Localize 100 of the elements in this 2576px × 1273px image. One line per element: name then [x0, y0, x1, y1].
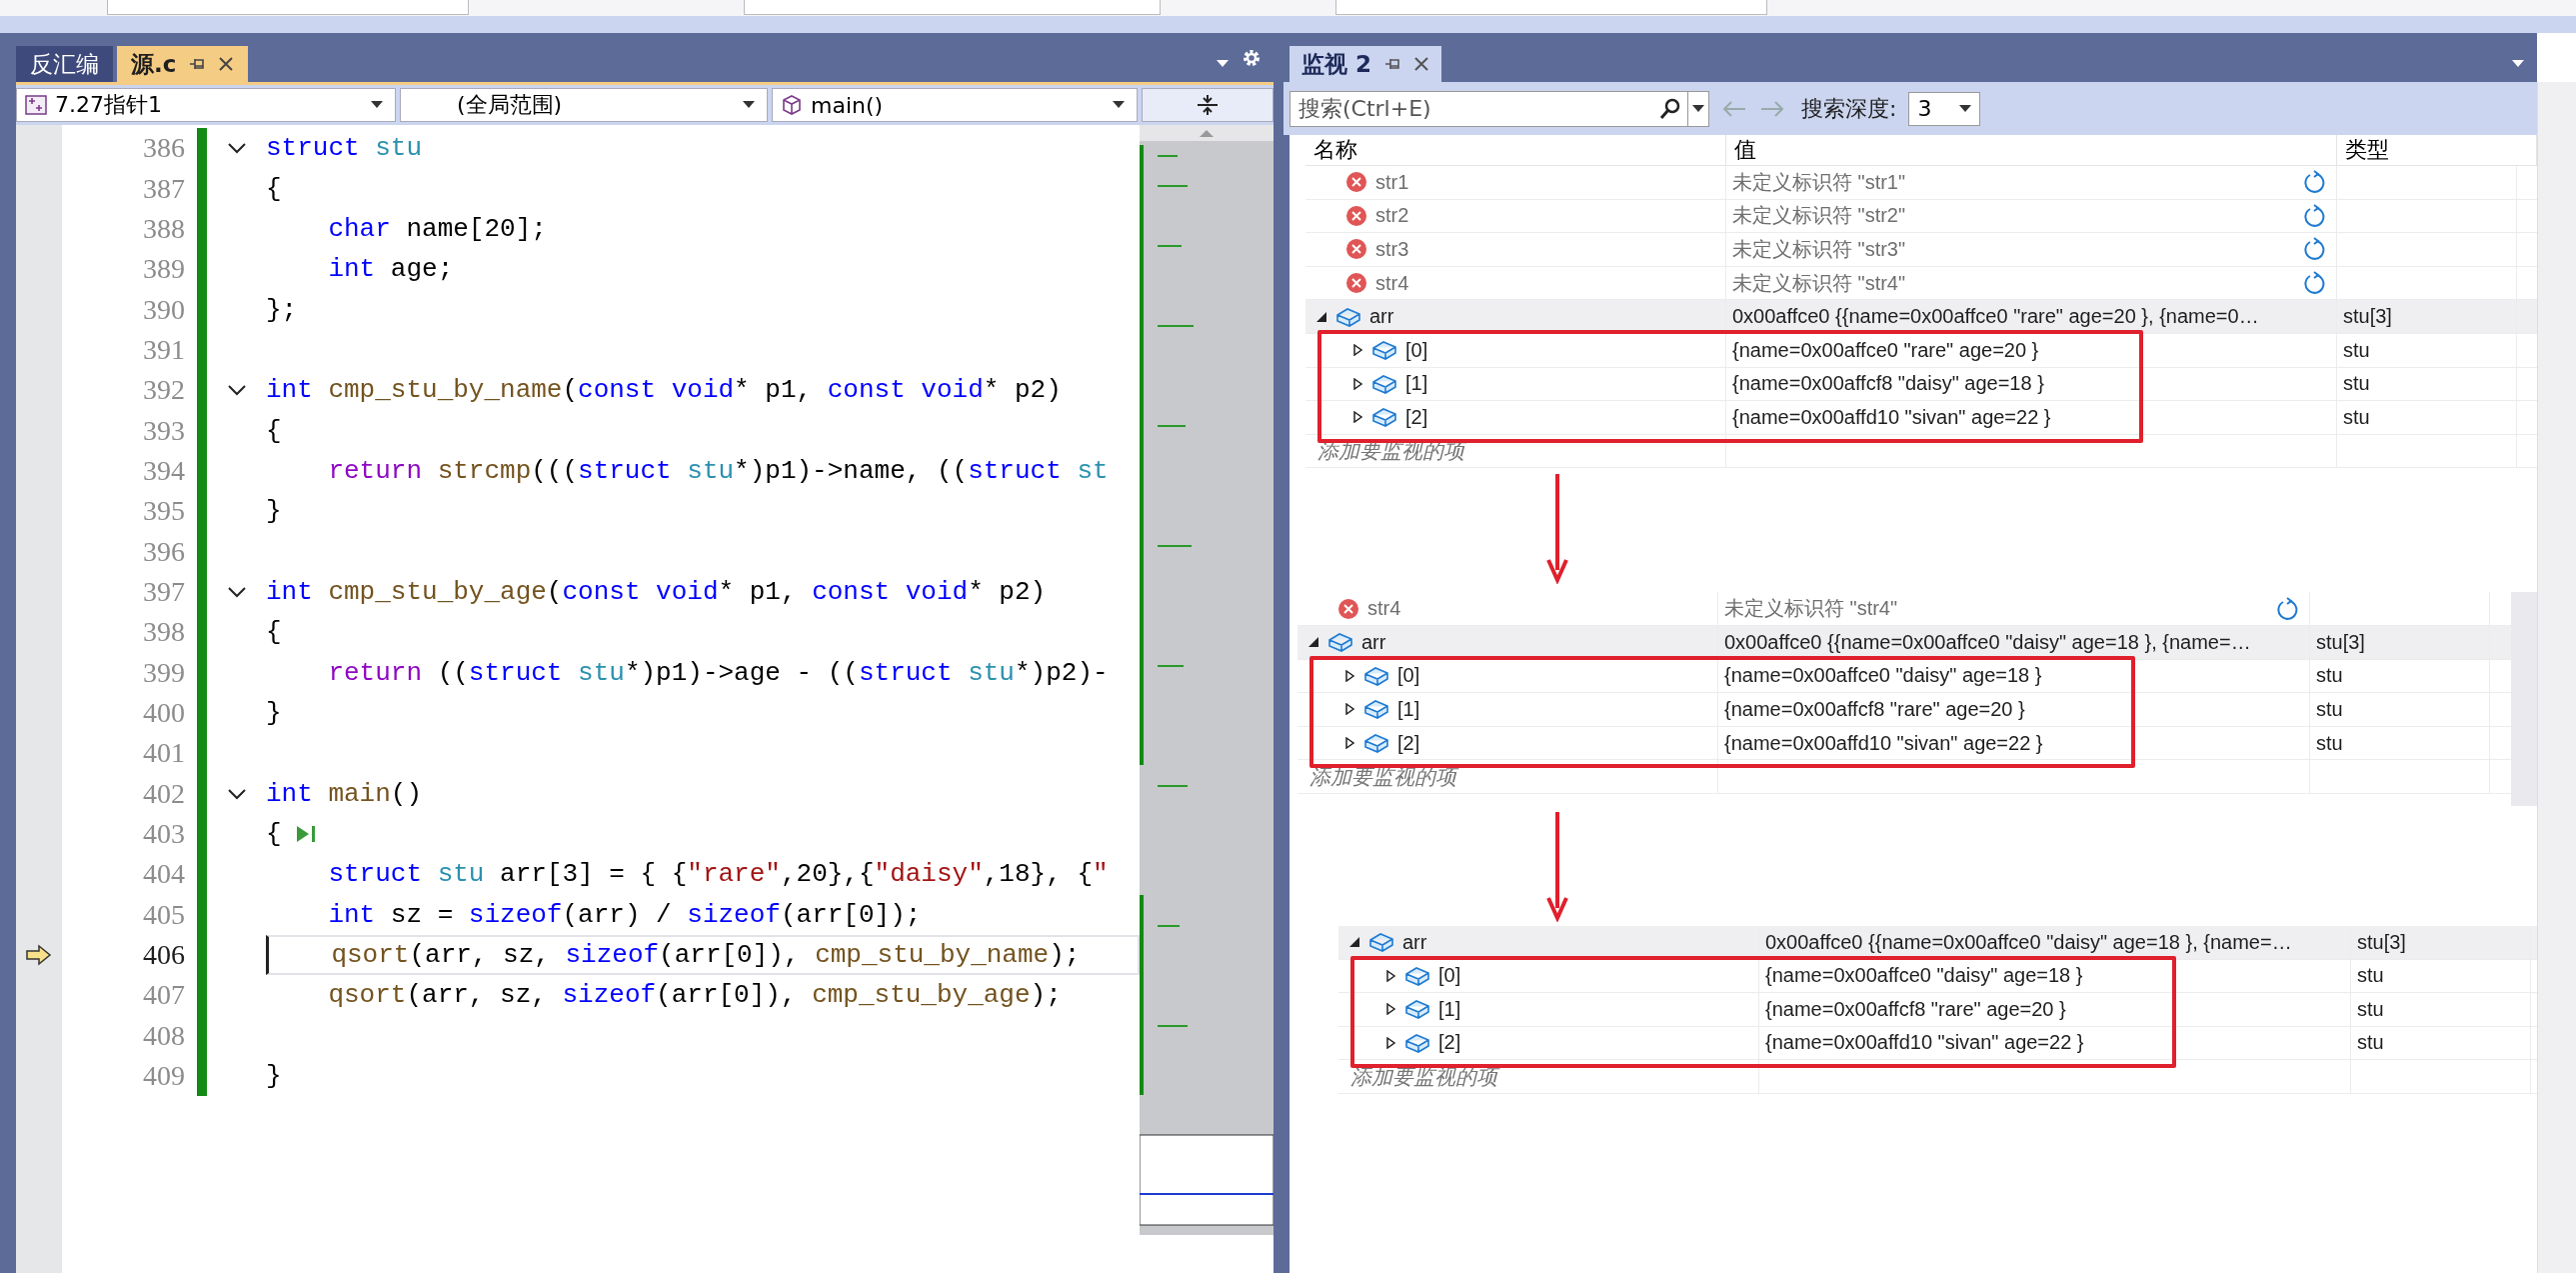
split-icon: [1196, 94, 1220, 116]
chevron-icon[interactable]: [226, 585, 247, 598]
watch-type: stu: [2316, 664, 2343, 688]
watch-name: arr: [1402, 930, 1427, 954]
input-field[interactable]: [744, 0, 1161, 15]
line-number: 391: [142, 333, 185, 366]
watch-name: arr: [1369, 305, 1394, 329]
line-number: 398: [142, 616, 185, 649]
watch-tab[interactable]: 监视 2: [1289, 46, 1441, 82]
chevron-icon[interactable]: [226, 142, 247, 155]
pin-icon[interactable]: [1383, 56, 1401, 72]
search-icon[interactable]: [1659, 97, 1681, 120]
input-field[interactable]: [107, 0, 469, 15]
caret-icon[interactable]: [1959, 104, 1972, 113]
code-line: return ((struct stu*)p1)->age - ((struct stu*)p2)-: [327, 657, 1109, 688]
watch-type: stu: [2357, 964, 2384, 988]
cube-icon: [1363, 664, 1389, 687]
code-line: qsort(arr, sz, sizeof(arr[0]), cmp_stu_by_age);: [327, 980, 1062, 1011]
expander-icon[interactable]: [1384, 1037, 1396, 1049]
dropdown[interactable]: main(): [772, 88, 1138, 122]
line-number: 404: [142, 858, 185, 891]
cube-icon: [1404, 964, 1430, 987]
code-line: struct stu: [266, 133, 423, 164]
line-number: 401: [142, 737, 185, 770]
cube-icon: [1335, 305, 1361, 328]
expander-icon[interactable]: [1384, 969, 1396, 982]
caret-icon[interactable]: [1113, 101, 1125, 109]
code-line: int age;: [327, 254, 454, 285]
expander-icon[interactable]: [1351, 411, 1363, 424]
minimap-drawing[interactable]: [1140, 125, 1274, 1235]
watch-name: [2]: [1438, 1031, 1461, 1055]
caret-icon[interactable]: [743, 101, 755, 109]
split-button[interactable]: [1142, 88, 1274, 122]
close-icon[interactable]: [1413, 56, 1429, 72]
dropdown[interactable]: 7.27指针1: [16, 88, 396, 122]
search-box[interactable]: 搜索(Ctrl+E): [1289, 90, 1709, 127]
expander-icon[interactable]: [1348, 936, 1360, 949]
column-header[interactable]: 值: [1726, 135, 2337, 165]
pin-icon[interactable]: [188, 56, 207, 72]
watch-type: stu[3]: [2343, 305, 2392, 329]
settings-icon[interactable]: [1242, 48, 1262, 68]
code-line: }: [266, 1061, 282, 1092]
add-watch-field[interactable]: 添加要监视的项: [1307, 763, 1691, 790]
code-line: qsort(arr, sz, sizeof(arr[0]), cmp_stu_by_name);: [330, 940, 1081, 971]
code-line: int cmp_stu_by_name(const void* p1, const void* p2): [266, 375, 1062, 406]
add-watch-field[interactable]: 添加要监视的项: [1348, 1063, 1732, 1090]
depth-label: 搜索深度:: [1801, 94, 1897, 123]
watch-value: 未定义标识符 "str3": [1732, 237, 1906, 262]
watch-name: [1]: [1405, 372, 1428, 396]
close-icon[interactable]: [218, 56, 235, 72]
caret-icon[interactable]: [371, 101, 383, 109]
watch-value: {name=0x00affce0 "rare" age=20 }: [1732, 338, 2039, 362]
refresh-icon[interactable]: [2304, 170, 2326, 195]
change-bar: [197, 1055, 207, 1097]
line-number: 397: [142, 575, 185, 608]
refresh-icon[interactable]: [2304, 237, 2326, 262]
scrollbar[interactable]: [2537, 82, 2576, 1273]
watch-name: str2: [1375, 204, 1409, 228]
cube-icon: [781, 94, 803, 116]
expander-icon[interactable]: [1343, 703, 1355, 716]
expander-icon[interactable]: [1351, 377, 1363, 390]
document-tab[interactable]: 源.c: [117, 46, 249, 82]
watch-value: 未定义标识符 "str1": [1732, 169, 1906, 195]
line-number: 394: [142, 454, 185, 487]
line-number: 399: [142, 656, 185, 689]
code-line: {: [266, 617, 282, 648]
dropdown-icon[interactable]: [2511, 58, 2525, 68]
expander-icon[interactable]: [1315, 310, 1327, 323]
cube-icon: [1368, 931, 1394, 954]
depth-dropdown[interactable]: 3: [1908, 91, 1981, 126]
error-icon: [1337, 597, 1359, 620]
dropdown[interactable]: (全局范围): [400, 88, 768, 122]
chevron-icon[interactable]: [226, 787, 247, 800]
watch-name: str1: [1375, 170, 1409, 194]
watch-name: [2]: [1405, 405, 1428, 429]
line-number: 387: [142, 172, 185, 205]
cube-icon: [1327, 631, 1353, 654]
line-number: 388: [142, 212, 185, 245]
watch-type: stu: [2343, 405, 2370, 429]
line-number: 405: [142, 898, 185, 931]
chevron-icon[interactable]: [226, 384, 247, 397]
dropdown-icon[interactable]: [1216, 58, 1230, 68]
watch-type: stu: [2316, 697, 2343, 721]
column-header[interactable]: 名称: [1305, 135, 1726, 165]
watch-type: stu: [2343, 338, 2370, 362]
expander-icon[interactable]: [1343, 669, 1355, 682]
expander-icon[interactable]: [1351, 344, 1363, 357]
expander-icon[interactable]: [1307, 636, 1319, 649]
watch-name: str4: [1367, 597, 1401, 621]
expander-icon[interactable]: [1384, 1003, 1396, 1016]
line-number: 386: [142, 132, 185, 165]
refresh-icon[interactable]: [2277, 596, 2299, 621]
project-icon: [25, 95, 47, 115]
input-field[interactable]: [1335, 0, 1767, 15]
document-tab[interactable]: 反汇编: [16, 46, 113, 82]
watch-name: str4: [1375, 271, 1409, 295]
code-line: {: [266, 415, 282, 446]
expander-icon[interactable]: [1343, 737, 1355, 749]
refresh-icon[interactable]: [2304, 203, 2326, 228]
refresh-icon[interactable]: [2304, 271, 2326, 296]
